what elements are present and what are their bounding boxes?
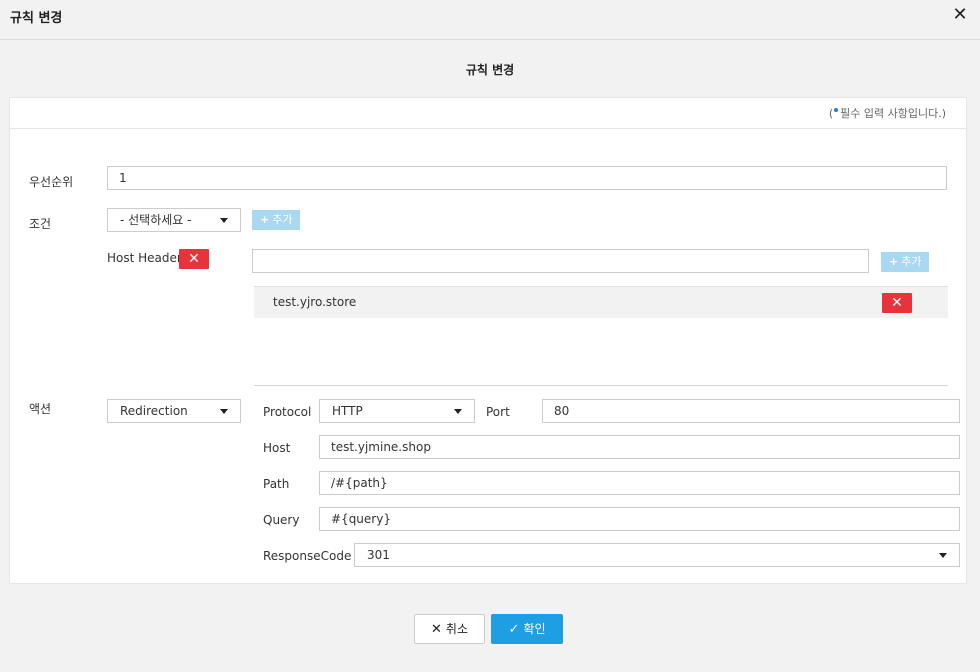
cancel-button[interactable]: ✕ 취소 [414, 614, 485, 644]
required-note-open: ( [828, 107, 834, 120]
check-icon: ✓ [508, 622, 520, 637]
protocol-select-value: HTTP [332, 404, 363, 418]
priority-label: 우선순위 [29, 175, 74, 189]
host-label: Host [263, 441, 291, 455]
dialog-heading: 규칙 변경 [465, 63, 515, 77]
condition-add-button[interactable]: + 추가 [252, 210, 301, 230]
required-dot-icon [834, 108, 839, 112]
port-input[interactable]: 80 [542, 399, 960, 423]
condition-add-label: 추가 [272, 213, 293, 226]
close-icon: ✕ [188, 251, 200, 267]
protocol-select[interactable]: HTTP [319, 399, 475, 423]
host-header-value-row: test.yjro.store ✕ [254, 286, 948, 318]
action-select-value: Redirection [120, 404, 188, 418]
condition-label: 조건 [29, 217, 52, 231]
chevron-down-icon [939, 553, 947, 558]
host-header-value-remove-button[interactable]: ✕ [882, 293, 912, 313]
confirm-button[interactable]: ✓ 확인 [491, 614, 563, 644]
host-header-label: Host Header [107, 251, 182, 265]
required-note: ( 필수 입력 사항입니다.) [829, 105, 946, 121]
host-header-input[interactable] [252, 249, 869, 273]
required-note-text: 필수 입력 사항입니다.) [840, 107, 946, 120]
host-header-value: test.yjro.store [273, 295, 357, 309]
chevron-down-icon [220, 218, 228, 223]
host-header-add-label: 추가 [901, 255, 922, 268]
panel-header: ( 필수 입력 사항입니다.) [10, 98, 966, 129]
close-icon: ✕ [431, 622, 442, 637]
port-label: Port [486, 405, 510, 419]
window-titlebar: 규칙 변경 ✕ [0, 0, 980, 40]
rule-form-panel: (필수 입력 사항입니다.) 우선순위 1 조건 - 선택하세요 - + 추가 H… [9, 97, 967, 584]
host-input[interactable]: test.yjmine.shop [319, 435, 960, 459]
response-code-select[interactable]: 301 [354, 543, 960, 567]
response-code-select-value: 301 [367, 548, 390, 562]
action-label: 액션 [29, 402, 52, 416]
plus-icon: + [889, 255, 899, 268]
chevron-down-icon [454, 409, 462, 414]
action-select[interactable]: Redirection [107, 399, 241, 423]
host-header-add-button[interactable]: + 추가 [881, 252, 930, 272]
condition-select-value: - 선택하세요 - [120, 213, 192, 227]
query-label: Query [263, 513, 300, 527]
close-icon[interactable]: ✕ [950, 5, 970, 25]
plus-icon: + [260, 213, 270, 226]
protocol-label: Protocol [263, 405, 312, 419]
cancel-label: 취소 [445, 622, 468, 636]
path-input[interactable]: /#{path} [319, 471, 960, 495]
path-label: Path [263, 477, 290, 491]
chevron-down-icon [220, 409, 228, 414]
section-divider [254, 385, 948, 386]
confirm-label: 확인 [523, 622, 546, 636]
close-icon: ✕ [891, 295, 903, 311]
response-code-label: ResponseCode [263, 549, 352, 563]
query-input[interactable]: #{query} [319, 507, 960, 531]
host-header-remove-button[interactable]: ✕ [179, 249, 209, 269]
condition-select[interactable]: - 선택하세요 - [107, 208, 241, 232]
priority-input[interactable]: 1 [107, 166, 947, 190]
window-title: 규칙 변경 [10, 11, 63, 26]
